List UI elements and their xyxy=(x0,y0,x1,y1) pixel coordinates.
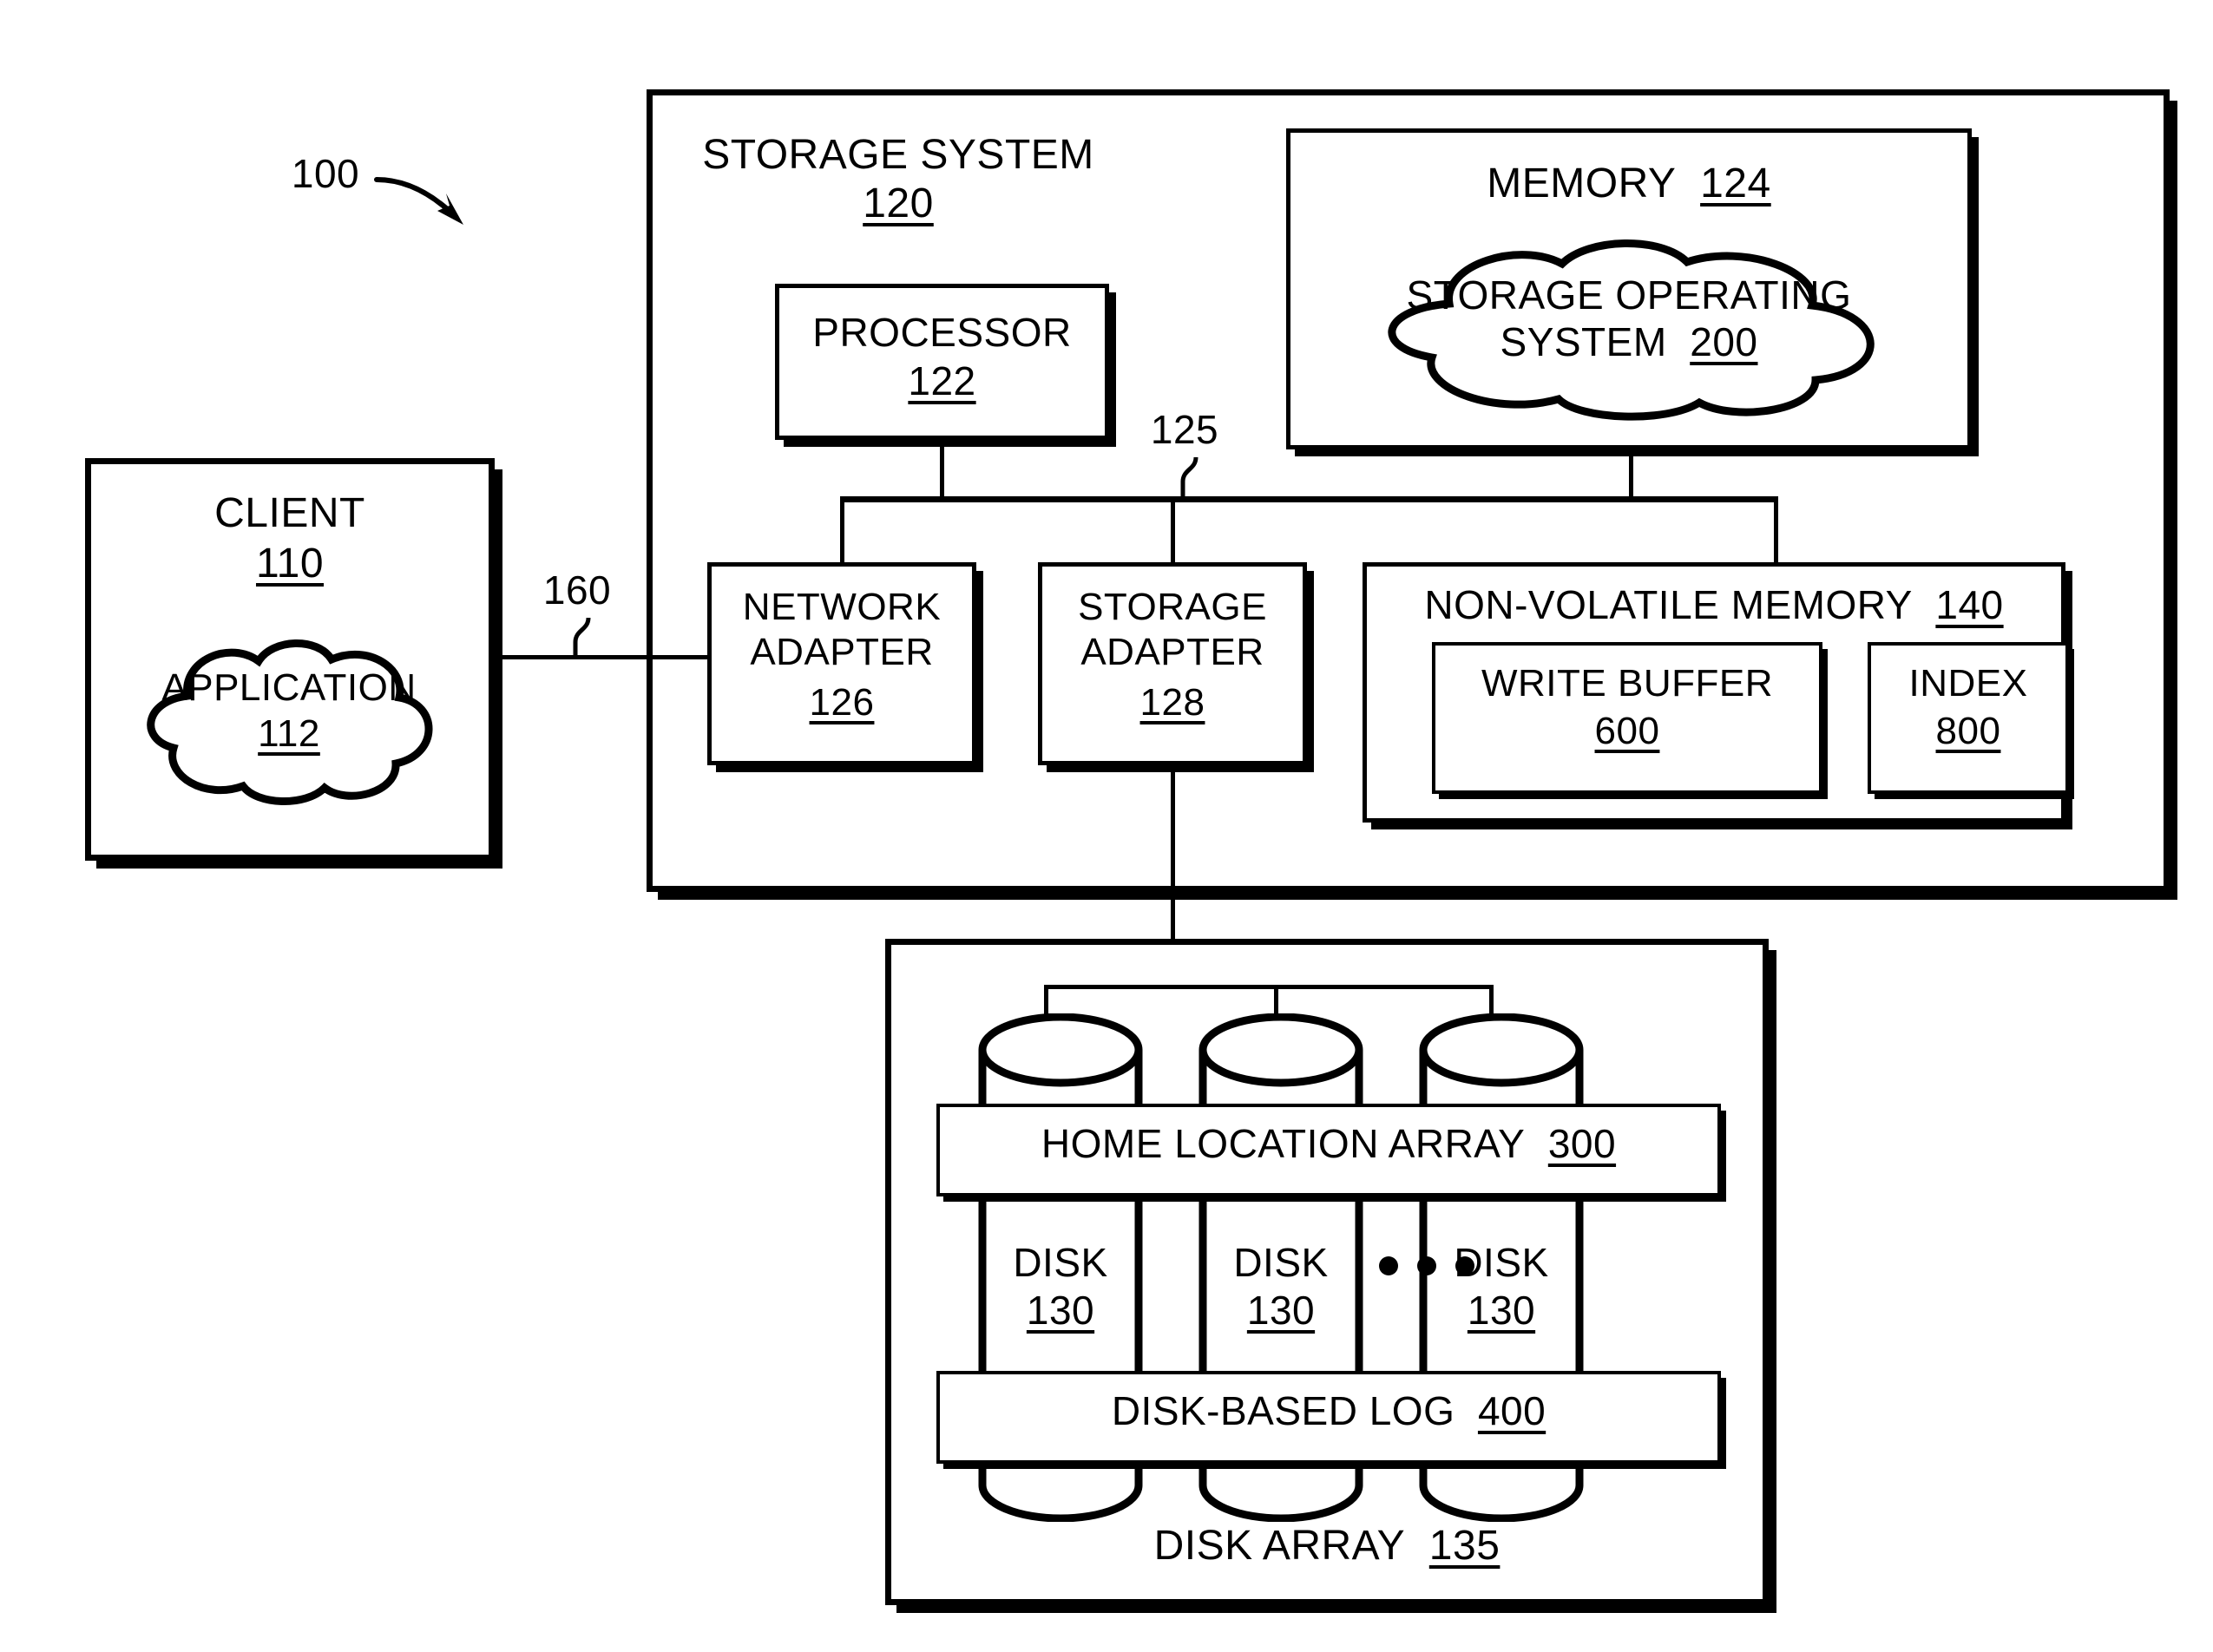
application-ref: 112 xyxy=(258,712,320,755)
index-ref: 800 xyxy=(1935,710,2001,752)
network-link-leader-line xyxy=(568,616,603,661)
client-title: CLIENT xyxy=(214,490,365,536)
bus-ref-label: 125 xyxy=(1150,407,1219,452)
processor-title: PROCESSOR xyxy=(812,310,1072,355)
network-adapter-line2: ADAPTER xyxy=(750,631,934,673)
disk-fanout-bar xyxy=(1044,985,1494,989)
home-location-array-ref: 300 xyxy=(1547,1121,1617,1166)
storage-system-title: STORAGE SYSTEM xyxy=(702,132,1094,178)
storage-operating-system-ref: 200 xyxy=(1690,319,1758,364)
disk-1-ref: 130 xyxy=(1026,1288,1095,1333)
curved-arrow-icon xyxy=(373,161,486,239)
storage-adapter-ref: 128 xyxy=(1139,681,1205,724)
index-title: INDEX xyxy=(1908,662,2028,705)
storage-operating-system-line1: STORAGE OPERATING xyxy=(1406,272,1852,318)
client-ref: 110 xyxy=(255,541,325,587)
network-adapter-line1: NETWORK xyxy=(742,586,942,628)
disk-array-title: DISK ARRAY xyxy=(1153,1523,1406,1569)
memory-to-bus-stem xyxy=(1629,449,1633,500)
non-volatile-memory-title-row: NON-VOLATILE MEMORY 140 xyxy=(1363,582,2065,628)
memory-title: MEMORY xyxy=(1487,161,1677,206)
storage-system-ref: 120 xyxy=(863,180,934,226)
processor-bus-stem xyxy=(940,440,944,501)
storage-adapter-line1: STORAGE xyxy=(1078,586,1267,628)
non-volatile-memory-ref: 140 xyxy=(1935,582,2004,627)
ellipsis-dot xyxy=(1417,1256,1436,1275)
network-adapter-ref: 126 xyxy=(809,681,875,724)
memory-ref: 124 xyxy=(1700,161,1771,206)
storage-operating-system-line2: SYSTEM xyxy=(1500,319,1667,364)
disk-array-ref: 135 xyxy=(1428,1523,1501,1569)
ellipsis-dot xyxy=(1455,1256,1474,1275)
disk-2-title: DISK xyxy=(1233,1240,1329,1285)
patent-figure-canvas: 100 CLIENT 110 APPLICATION 112 STORAGE S… xyxy=(0,0,2213,1652)
write-buffer-ref: 600 xyxy=(1594,710,1660,752)
disk-based-log-ref: 400 xyxy=(1477,1388,1546,1433)
ellipsis-dot xyxy=(1379,1256,1398,1275)
storage-operating-system-line2-row: SYSTEM 200 xyxy=(1347,319,1911,365)
bus-to-network-adapter-stem xyxy=(840,496,844,564)
memory-title-row: MEMORY 124 xyxy=(1286,161,1972,207)
figure-ref-label: 100 xyxy=(291,151,360,196)
bus-to-storage-adapter-stem xyxy=(1171,496,1175,564)
processor-ref: 122 xyxy=(908,358,976,403)
non-volatile-memory-title: NON-VOLATILE MEMORY xyxy=(1424,582,1913,627)
three-dots-icon xyxy=(1379,1256,1474,1275)
application-title: APPLICATION xyxy=(161,666,417,709)
home-location-array-title: HOME LOCATION ARRAY xyxy=(1041,1121,1526,1166)
network-link-ref-label: 160 xyxy=(542,567,612,613)
storage-adapter-line2: ADAPTER xyxy=(1080,631,1264,673)
write-buffer-title: WRITE BUFFER xyxy=(1481,662,1773,705)
disk-3-ref: 130 xyxy=(1467,1288,1536,1333)
system-bus-line xyxy=(840,496,1778,502)
disk-array-caption-row: DISK ARRAY 135 xyxy=(885,1523,1769,1570)
disk-2-ref: 130 xyxy=(1246,1288,1316,1333)
disk-1-title: DISK xyxy=(1013,1240,1108,1285)
disk-based-log-title: DISK-BASED LOG xyxy=(1111,1388,1455,1433)
bus-ref-leader-line xyxy=(1176,456,1211,501)
home-location-array-row: HOME LOCATION ARRAY 300 xyxy=(936,1121,1721,1167)
disk-based-log-row: DISK-BASED LOG 400 xyxy=(936,1388,1721,1434)
bus-to-nvram-stem xyxy=(1774,496,1778,564)
